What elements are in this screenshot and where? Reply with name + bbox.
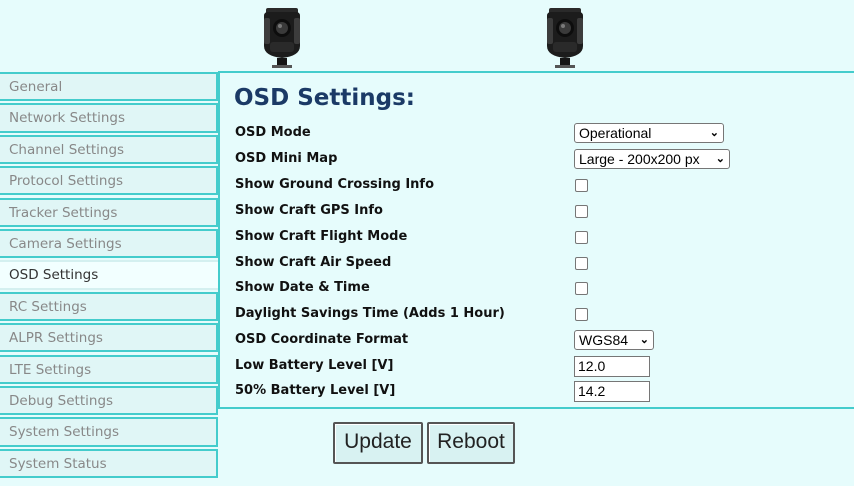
camera-gimbal-icon (264, 8, 300, 68)
sidebar-item-protocol-settings[interactable]: Protocol Settings (0, 166, 218, 196)
show-craft-air-speed-row: Show Craft Air Speed (235, 253, 835, 277)
sidebar-item-alpr-settings[interactable]: ALPR Settings (0, 323, 218, 353)
show-craft-flight-mode-row: Show Craft Flight Mode (235, 227, 835, 251)
low-battery-level-input[interactable]: 12.0 (574, 356, 650, 377)
sidebar-item-tracker-settings[interactable]: Tracker Settings (0, 197, 218, 227)
osd-mini-map-select[interactable]: Large - 200x200 px ⌄ (574, 149, 730, 169)
show-ground-crossing-checkbox[interactable] (575, 179, 588, 192)
sidebar-item-system-status[interactable]: System Status (0, 448, 218, 478)
osd-mini-map-value: Large - 200x200 px (579, 151, 700, 167)
chevron-down-icon: ⌄ (639, 334, 649, 346)
osd-mode-row: OSD Mode Operational ⌄ (235, 123, 835, 147)
sidebar-item-lte-settings[interactable]: LTE Settings (0, 354, 218, 384)
half-battery-level-input[interactable]: 14.2 (574, 381, 650, 402)
show-craft-gps-label: Show Craft GPS Info (235, 203, 383, 218)
page: General Network Settings Channel Setting… (0, 0, 854, 486)
osd-mode-value: Operational (579, 125, 652, 141)
sidebar-item-osd-settings[interactable]: OSD Settings (0, 260, 218, 290)
osd-coordinate-format-row: OSD Coordinate Format WGS84 ⌄ (235, 330, 835, 354)
show-craft-flight-mode-label: Show Craft Flight Mode (235, 229, 408, 244)
sidebar-item-system-settings[interactable]: System Settings (0, 417, 218, 447)
half-battery-level-row: 50% Battery Level [V] 14.2 (235, 381, 835, 405)
chevron-down-icon: ⌄ (715, 153, 725, 165)
osd-mode-label: OSD Mode (235, 125, 311, 140)
show-craft-gps-row: Show Craft GPS Info (235, 201, 835, 225)
osd-mini-map-label: OSD Mini Map (235, 151, 338, 166)
sidebar-item-network-settings[interactable]: Network Settings (0, 103, 218, 133)
daylight-savings-row: Daylight Savings Time (Adds 1 Hour) (235, 304, 835, 328)
daylight-savings-checkbox[interactable] (575, 308, 588, 321)
reboot-button[interactable]: Reboot (427, 422, 515, 464)
sidebar-item-camera-settings[interactable]: Camera Settings (0, 228, 218, 259)
header (0, 0, 854, 71)
show-date-time-row: Show Date & Time (235, 278, 835, 302)
show-craft-gps-checkbox[interactable] (575, 205, 588, 218)
osd-mode-select[interactable]: Operational ⌄ (574, 123, 724, 143)
update-button[interactable]: Update (333, 422, 423, 464)
show-craft-air-speed-checkbox[interactable] (575, 257, 588, 270)
daylight-savings-label: Daylight Savings Time (Adds 1 Hour) (235, 306, 505, 321)
show-ground-crossing-row: Show Ground Crossing Info (235, 175, 835, 199)
show-date-time-checkbox[interactable] (575, 282, 588, 295)
show-craft-flight-mode-checkbox[interactable] (575, 231, 588, 244)
low-battery-level-row: Low Battery Level [V] 12.0 (235, 356, 835, 380)
show-craft-air-speed-label: Show Craft Air Speed (235, 255, 392, 270)
settings-panel: OSD Settings: OSD Mode Operational ⌄ OSD… (218, 71, 854, 409)
sidebar-item-general[interactable]: General (0, 72, 218, 102)
sidebar-item-rc-settings[interactable]: RC Settings (0, 291, 218, 322)
show-date-time-label: Show Date & Time (235, 280, 370, 295)
osd-coordinate-format-value: WGS84 (579, 332, 629, 348)
chevron-down-icon: ⌄ (709, 127, 719, 139)
osd-coordinate-format-select[interactable]: WGS84 ⌄ (574, 330, 654, 350)
page-title: OSD Settings: (234, 85, 415, 111)
half-battery-level-label: 50% Battery Level [V] (235, 383, 396, 398)
sidebar-item-debug-settings[interactable]: Debug Settings (0, 385, 218, 416)
sidebar-nav: General Network Settings Channel Setting… (0, 72, 218, 480)
camera-gimbal-icon (547, 8, 583, 68)
osd-coordinate-format-label: OSD Coordinate Format (235, 332, 409, 347)
low-battery-level-label: Low Battery Level [V] (235, 358, 394, 373)
show-ground-crossing-label: Show Ground Crossing Info (235, 177, 435, 192)
sidebar-item-channel-settings[interactable]: Channel Settings (0, 134, 218, 165)
osd-mini-map-row: OSD Mini Map Large - 200x200 px ⌄ (235, 149, 835, 173)
